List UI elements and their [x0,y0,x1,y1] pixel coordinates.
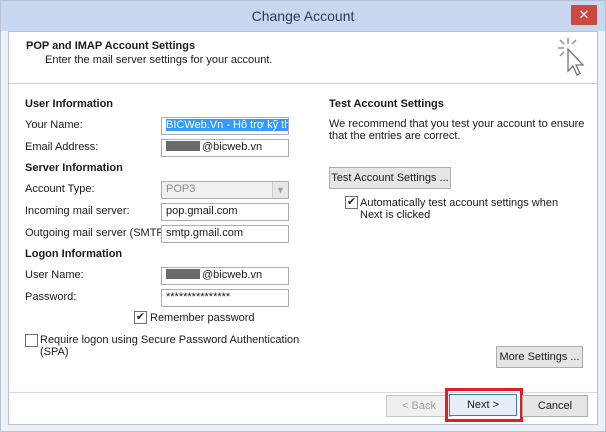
email-address-input[interactable]: @bicweb.vn [161,139,289,157]
user-name-input[interactable]: @bicweb.vn [161,267,289,285]
password-label: Password: [25,291,77,303]
your-name-input[interactable]: BICWeb.Vn - Hỗ trợ kỹ thuật [161,117,289,135]
email-address-value: @bicweb.vn [202,141,263,153]
password-input[interactable]: *************** [161,289,289,307]
logon-info-heading: Logon Information [25,248,123,260]
incoming-server-label: Incoming mail server: [25,205,130,217]
remember-password-checkbox[interactable]: ✔ [134,311,147,324]
change-account-window: Change Account ✕ POP and IMAP Account Se… [0,0,606,432]
title-bar: Change Account ✕ [1,1,605,31]
your-name-value: BICWeb.Vn - Hỗ trợ kỹ thuật [166,119,288,131]
window-title: Change Account [251,8,355,24]
server-info-heading: Server Information [25,162,123,174]
dialog-header: POP and IMAP Account Settings Enter the … [9,32,597,84]
auto-test-checkbox[interactable]: ✔ [345,196,358,209]
incoming-server-input[interactable]: pop.gmail.com [161,203,289,221]
account-type-value: POP3 [166,183,196,195]
account-type-select: POP3 ▼ [161,181,289,199]
account-type-label: Account Type: [25,183,95,195]
test-account-settings-button[interactable]: Test Account Settings ... [329,167,451,189]
outgoing-server-input[interactable]: smtp.gmail.com [161,225,289,243]
remember-password-label: Remember password [150,312,255,324]
more-settings-button[interactable]: More Settings ... [496,346,583,368]
user-name-value: @bicweb.vn [202,269,263,281]
spa-label: Require logon using Secure Password Auth… [40,334,300,358]
chevron-down-icon: ▼ [272,182,288,198]
cursor-click-icon [558,38,585,76]
auto-test-label: Automatically test account settings when… [360,197,559,221]
outgoing-server-label: Outgoing mail server (SMTP): [25,227,171,239]
your-name-label: Your Name: [25,119,83,131]
dialog-content: POP and IMAP Account Settings Enter the … [8,31,598,425]
header-title: POP and IMAP Account Settings [26,40,196,52]
user-info-heading: User Information [25,98,114,110]
test-description: We recommend that you test your account … [329,118,585,142]
user-name-label: User Name: [25,269,84,281]
email-address-label: Email Address: [25,141,99,153]
test-settings-heading: Test Account Settings [329,98,444,110]
redaction-mark [166,141,200,151]
next-button[interactable]: Next > [449,394,517,416]
spa-checkbox[interactable]: ✔ [25,334,38,347]
back-button: < Back [386,395,452,417]
header-subtitle: Enter the mail server settings for your … [45,54,273,66]
close-button[interactable]: ✕ [571,5,597,25]
cancel-button[interactable]: Cancel [522,395,588,417]
redaction-mark [166,269,200,279]
